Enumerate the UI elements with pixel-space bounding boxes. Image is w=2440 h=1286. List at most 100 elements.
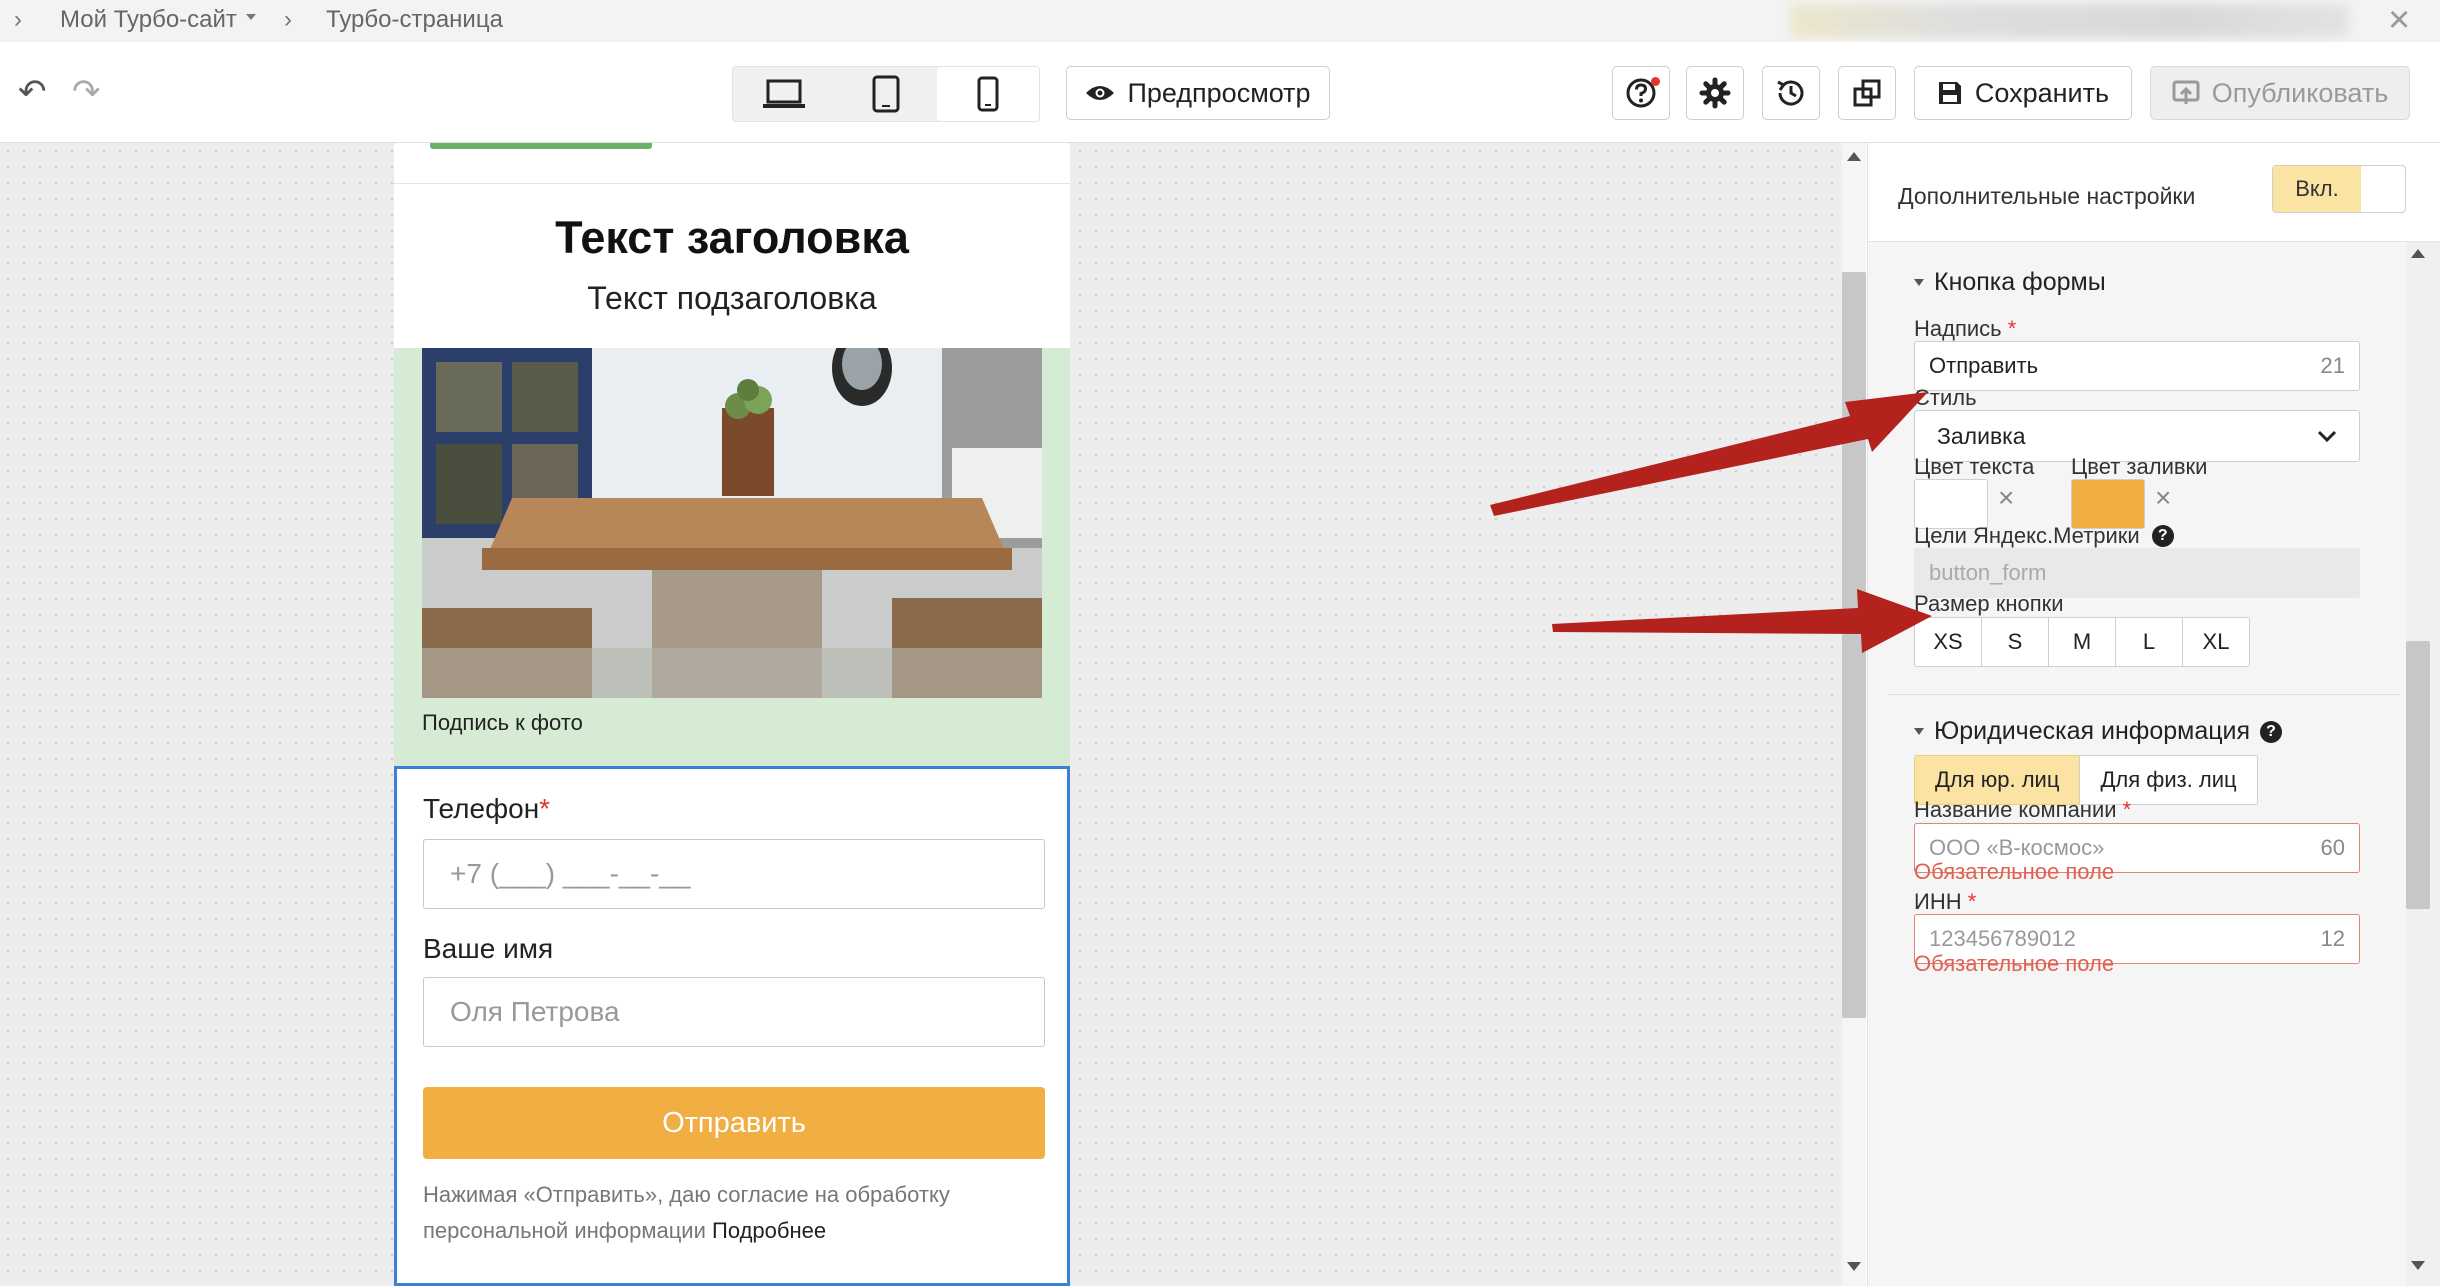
help-circle-icon[interactable]: ? [2151, 525, 2174, 547]
publish-button[interactable]: Опубликовать [2150, 66, 2410, 120]
inn-placeholder: 123456789012 [1929, 926, 2076, 951]
help-circle-icon[interactable]: ? [2260, 720, 2283, 743]
company-name-label: Название компании * [1914, 797, 2132, 822]
breadcrumb-site[interactable]: Мой Турбо-сайт [60, 6, 237, 34]
advanced-settings-row: Дополнительные настройки Вкл. [1868, 143, 2440, 242]
section-divider [1888, 694, 2400, 695]
scroll-up-arrow[interactable] [2411, 249, 2425, 258]
editor-toolbar: ↶ ↷ Предпросмотр Сохранить Опубликовать [0, 42, 2440, 143]
caption-label: Надпись * [1914, 316, 2017, 341]
notification-dot [1651, 77, 1660, 86]
scroll-down-arrow[interactable] [1847, 1262, 1861, 1271]
device-switcher [732, 66, 1040, 122]
copy-icon [1853, 79, 1881, 107]
toggle-on-label: Вкл. [2273, 166, 2361, 212]
consent-more-link[interactable]: Подробнее [712, 1218, 826, 1243]
help-button[interactable] [1612, 66, 1670, 120]
history-button[interactable] [1762, 66, 1820, 120]
size-option[interactable]: L [2115, 617, 2183, 667]
undo-icon[interactable]: ↶ [18, 72, 47, 112]
canvas-scrollbar-thumb[interactable] [1842, 272, 1866, 1018]
settings-button[interactable] [1686, 66, 1744, 120]
company-placeholder: ООО «В-космос» [1929, 835, 2105, 860]
size-option[interactable]: XL [2182, 617, 2250, 667]
table-photo-icon [422, 348, 1042, 698]
gear-icon [1699, 77, 1731, 109]
save-label: Сохранить [1974, 77, 2110, 108]
tablet-icon [872, 75, 900, 113]
phone-input[interactable]: +7 (___) ___-__-__ [423, 839, 1045, 909]
breadcrumb: › Мой Турбо-сайт › Турбо-страница × [0, 0, 2440, 43]
desktop-view-button[interactable] [733, 67, 835, 121]
section-form-button[interactable]: Кнопка формы [1914, 268, 2106, 297]
header-block[interactable]: Текст заголовка Текст подзаголовка [394, 183, 1070, 349]
caption-value: Отправить [1929, 353, 2039, 378]
page-preview: Текст заголовка Текст подзаголовка Подпи… [394, 143, 1070, 1286]
phone-label: Телефон* [423, 793, 551, 824]
size-option[interactable]: S [1981, 617, 2049, 667]
scroll-up-arrow[interactable] [1847, 152, 1861, 161]
duplicate-button[interactable] [1838, 66, 1896, 120]
metrika-value: button_form [1929, 560, 2047, 585]
advanced-settings-toggle[interactable]: Вкл. [2272, 165, 2406, 213]
form-block[interactable]: Телефон* +7 (___) ___-__-__ Ваше имя Оля… [394, 766, 1070, 1286]
button-size-label: Размер кнопки [1914, 591, 2064, 616]
previous-block-edge [430, 143, 652, 149]
name-label: Ваше имя [423, 933, 554, 964]
fill-color-label: Цвет заливки [2071, 454, 2208, 479]
company-counter: 60 [2320, 835, 2345, 860]
clear-fill-color-icon[interactable]: × [2155, 482, 2171, 514]
section-legal-info[interactable]: Юридическая информация ? [1914, 717, 2283, 746]
mobile-view-button[interactable] [937, 67, 1039, 121]
panel-scrollbar-thumb[interactable] [2406, 641, 2430, 909]
redo-icon[interactable]: ↷ [72, 72, 101, 112]
phone-icon [977, 76, 999, 112]
breadcrumb-page: Турбо-страница [326, 6, 503, 33]
scroll-down-arrow[interactable] [2411, 1261, 2425, 1270]
collapse-triangle-icon [1914, 728, 1924, 735]
tablet-view-button[interactable] [835, 67, 937, 121]
name-input[interactable]: Оля Петрова [423, 977, 1045, 1047]
size-option[interactable]: XS [1914, 617, 1982, 667]
size-option[interactable]: M [2048, 617, 2116, 667]
style-value: Заливка [1937, 422, 2026, 449]
preview-label: Предпросмотр [1127, 77, 1311, 108]
notification-banner [1790, 4, 2350, 38]
required-mark: * [539, 793, 551, 824]
button-size-selector: XS S M L XL [1914, 617, 2250, 667]
publish-label: Опубликовать [2211, 77, 2389, 108]
publish-icon [2172, 80, 2200, 104]
chevron-right-icon: › [14, 6, 22, 33]
fill-color-swatch[interactable] [2071, 479, 2145, 529]
save-button[interactable]: Сохранить [1914, 66, 2132, 120]
photo-block[interactable]: Подпись к фото [394, 348, 1070, 766]
inn-counter: 12 [2320, 926, 2345, 951]
inn-error: Обязательное поле [1914, 951, 2115, 976]
photo-image [422, 348, 1042, 698]
close-icon[interactable]: × [2388, 0, 2410, 40]
caption-counter: 21 [2320, 353, 2345, 378]
company-error: Обязательное поле [1914, 859, 2115, 884]
collapse-triangle-icon [1914, 279, 1924, 286]
form-submit-button[interactable]: Отправить [423, 1087, 1045, 1159]
inn-label: ИНН * [1914, 889, 1977, 914]
page-title: Текст заголовка [555, 212, 909, 263]
chevron-down-icon[interactable] [246, 14, 256, 20]
chevron-right-icon: › [284, 6, 292, 33]
clear-text-color-icon[interactable]: × [1998, 482, 2014, 514]
page-subtitle: Текст подзаголовка [587, 280, 877, 316]
metrika-label: Цели Яндекс.Метрики ? [1914, 523, 2174, 549]
caption-input[interactable]: Отправить 21 [1914, 341, 2360, 391]
eye-icon [1086, 86, 1115, 100]
chevron-down-icon [2317, 430, 2337, 442]
consent-text: Нажимая «Отправить», даю согласие на обр… [423, 1182, 950, 1243]
photo-caption: Подпись к фото [422, 710, 583, 735]
history-icon [1777, 80, 1804, 106]
preview-button[interactable]: Предпросмотр [1066, 66, 1330, 120]
advanced-settings-label: Дополнительные настройки [1898, 183, 2196, 209]
text-color-swatch[interactable] [1914, 479, 1988, 529]
panel-content: Кнопка формы Надпись * Отправить 21 Стил… [1888, 242, 2400, 1286]
floppy-icon [1938, 82, 1961, 104]
laptop-icon [763, 79, 805, 108]
text-color-label: Цвет текста [1914, 454, 2035, 479]
